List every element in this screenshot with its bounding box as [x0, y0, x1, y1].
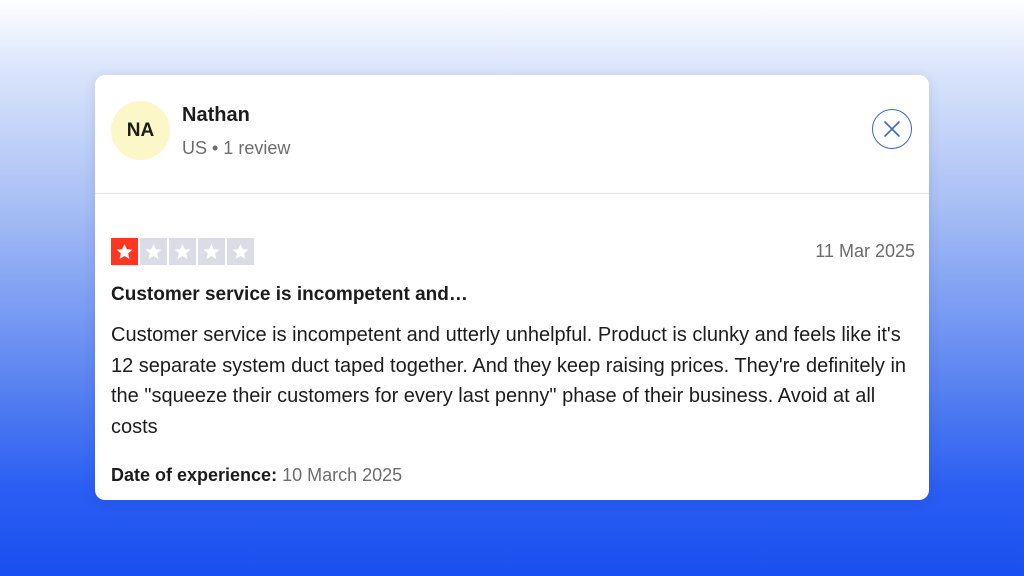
review-card: NA Nathan US • 1 review 11 Mar 2025 Cust… — [95, 75, 929, 500]
date-of-experience: Date of experience: 10 March 2025 — [111, 465, 402, 486]
review-date: 11 Mar 2025 — [815, 241, 915, 261]
star-icon — [169, 238, 196, 265]
avatar: NA — [111, 101, 170, 160]
star-icon — [198, 238, 225, 265]
star-icon — [111, 238, 138, 265]
review-body: Customer service is incompetent and utte… — [111, 324, 907, 438]
experience-label: Date of experience: — [111, 465, 278, 485]
reviewer-name[interactable]: Nathan — [182, 104, 250, 127]
review-header: NA Nathan US • 1 review — [95, 75, 929, 194]
experience-date: 10 March 2025 — [282, 465, 403, 485]
close-icon — [884, 121, 900, 137]
review-title: Customer service is incompetent and… — [111, 284, 468, 305]
close-button[interactable] — [872, 109, 912, 149]
star-rating — [111, 238, 254, 265]
star-icon — [140, 238, 167, 265]
star-icon — [227, 238, 254, 265]
reviewer-meta: US • 1 review — [182, 138, 291, 158]
